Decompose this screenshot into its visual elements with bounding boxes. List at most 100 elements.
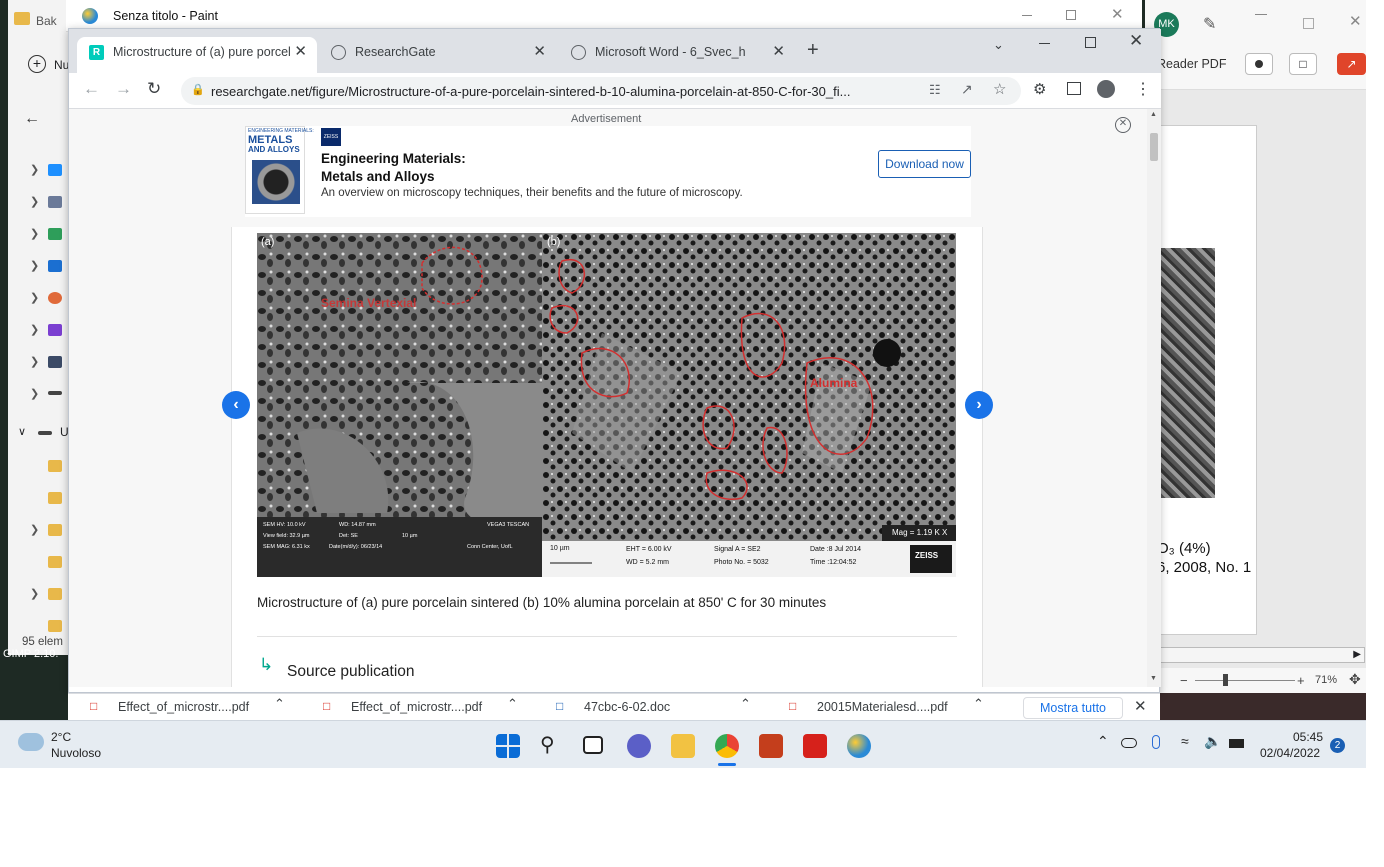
microphone-icon[interactable]	[1152, 735, 1160, 749]
new-tab-button[interactable]: +	[807, 39, 819, 62]
new-icon[interactable]: +	[28, 55, 46, 73]
task-view-icon[interactable]	[583, 736, 603, 754]
share-icon[interactable]: ↗	[961, 81, 973, 98]
download-item[interactable]: □ Effect_of_microstr....pdf ⌃	[321, 696, 529, 718]
cloud-icon	[18, 733, 44, 751]
chrome-window: R Microstructure of (a) pure porcel ✕ Re…	[68, 28, 1161, 693]
zoom-in-icon[interactable]: +	[1297, 673, 1305, 688]
battery-icon[interactable]	[1229, 739, 1244, 748]
search-icon[interactable]: ⚲	[540, 734, 564, 758]
comment-button[interactable]: □	[1289, 53, 1317, 75]
maximize-icon[interactable]	[1085, 37, 1096, 48]
download-item[interactable]: □ 20015Materialesd....pdf ⌃	[787, 696, 995, 718]
pdf-file-icon: □	[90, 699, 98, 713]
gimp-label: GIMP 2.10.	[3, 648, 59, 660]
close-icon[interactable]: ✕	[1349, 12, 1362, 30]
chevron-up-icon: ⌃	[274, 696, 285, 711]
close-tab-icon[interactable]: ✕	[294, 37, 307, 67]
zoom-out-icon[interactable]: −	[1180, 673, 1188, 688]
download-item[interactable]: □ 47cbc-6-02.doc ⌃	[554, 696, 762, 718]
onedrive-cloud-icon[interactable]	[1121, 738, 1137, 748]
panel-a-label: (a)	[261, 236, 275, 248]
speaker-icon[interactable]: 🔈	[1204, 733, 1221, 750]
download-item[interactable]: □ Effect_of_microstr....pdf ⌃	[88, 696, 296, 718]
tab-word-doc[interactable]: Microsoft Word - 6_Svec_h ✕	[559, 37, 795, 73]
record-button[interactable]	[1245, 53, 1273, 75]
active-app-indicator	[718, 763, 736, 766]
show-all-button[interactable]: Mostra tutto	[1023, 697, 1123, 719]
fit-icon[interactable]: ✥	[1349, 671, 1361, 688]
maximize-icon[interactable]	[1066, 10, 1076, 20]
powerpoint-icon[interactable]	[759, 734, 783, 758]
translate-icon[interactable]: ☷	[929, 82, 941, 98]
chrome-icon[interactable]	[715, 734, 739, 758]
windows-start-icon[interactable]	[496, 734, 520, 758]
tab-microstructure[interactable]: R Microstructure of (a) pure porcel ✕	[77, 37, 317, 73]
explorer-title: Bak	[36, 14, 57, 28]
sem-meta: Det: SE	[339, 533, 358, 539]
tab-label: ResearchGate	[355, 45, 436, 59]
side-panel-icon[interactable]	[1067, 82, 1081, 95]
figure-panel-b[interactable]: (b) Alumina Mag = 1.19 K X 10 µm EHT = 6…	[542, 233, 956, 577]
acrobat-icon[interactable]	[803, 734, 827, 758]
horizontal-scrollbar[interactable]: ▶	[1160, 647, 1365, 663]
wifi-icon[interactable]: ≈	[1181, 733, 1189, 749]
minimize-icon[interactable]	[1022, 15, 1032, 16]
carousel-prev-chevron-left-icon[interactable]: ‹	[222, 391, 250, 419]
tab-search-chevron-down-icon[interactable]: ⌄	[993, 37, 1004, 53]
minimize-icon[interactable]	[1255, 14, 1267, 15]
address-bar[interactable]: 🔒 researchgate.net/figure/Microstructure…	[181, 77, 1021, 105]
weather-temp[interactable]: 2°C	[51, 730, 71, 744]
reload-icon[interactable]: ↻	[147, 79, 161, 99]
page-scrollbar[interactable]: ▲ ▼	[1147, 109, 1161, 687]
clock-date[interactable]: 02/04/2022	[1260, 746, 1320, 760]
notification-badge[interactable]: 2	[1330, 738, 1345, 753]
minimize-icon[interactable]	[1039, 43, 1050, 44]
taskbar: 2°C Nuvoloso ⚲ ⌃ ≈ 🔈 05:45 02/04/2022 2	[0, 720, 1366, 768]
download-now-button[interactable]: Download now	[878, 150, 971, 178]
ad-body: An overview on microscopy techniques, th…	[321, 187, 743, 199]
advertisement-banner[interactable]: ENGINEERING MATERIALS: METALS AND ALLOYS…	[245, 126, 971, 217]
paint-title: Senza titolo - Paint	[113, 9, 218, 23]
close-icon[interactable]: ✕	[1111, 5, 1124, 23]
weather-text[interactable]: Nuvoloso	[51, 746, 101, 760]
clock-time[interactable]: 05:45	[1293, 730, 1323, 744]
tab-label: Microstructure of (a) pure porcel	[113, 45, 291, 59]
close-window-icon[interactable]: ✕	[1129, 31, 1143, 51]
scrollbar-thumb[interactable]	[1150, 133, 1158, 161]
source-publication-heading: Source publication	[287, 663, 415, 680]
sem-meta: Signal A = SE2	[714, 546, 761, 553]
figure-panel-a[interactable]: (a) Semina Vertexial SEM HV: 10.0 kV WD:…	[257, 233, 542, 577]
close-ad-icon[interactable]: ✕	[1115, 117, 1131, 133]
pen-icon[interactable]: ✎	[1203, 14, 1216, 34]
close-download-bar-icon[interactable]: ✕	[1134, 697, 1147, 715]
url-text[interactable]: researchgate.net/figure/Microstructure-o…	[211, 84, 911, 99]
bookmark-star-icon[interactable]: ☆	[993, 80, 1006, 98]
chat-icon[interactable]	[627, 734, 651, 758]
back-arrow-icon[interactable]: ←	[24, 110, 40, 128]
file-explorer-icon[interactable]	[671, 734, 695, 758]
sem-meta: Photo No. = 5032	[714, 559, 769, 566]
pdf-text-line: 6, 2008, No. 1	[1157, 559, 1252, 576]
carousel-next-chevron-right-icon[interactable]: ›	[965, 391, 993, 419]
ad-label: Advertisement	[571, 113, 642, 125]
forward-arrow-icon[interactable]: →	[115, 79, 132, 99]
zoom-level: 71%	[1315, 674, 1338, 686]
pdf-file-icon: □	[323, 699, 331, 713]
reader-tool-label[interactable]: Reader PDF	[1157, 57, 1226, 71]
profile-avatar-icon[interactable]	[1097, 80, 1115, 98]
sem-meta: View field: 32.9 µm	[263, 533, 310, 539]
chevron-up-icon[interactable]: ⌃	[1097, 733, 1109, 750]
maximize-icon[interactable]	[1303, 18, 1314, 29]
zoom-slider-thumb[interactable]	[1223, 674, 1228, 686]
share-button[interactable]: ↗	[1337, 53, 1366, 75]
tab-researchgate[interactable]: ResearchGate ✕	[319, 37, 556, 73]
panel-b-annotation: Alumina	[810, 376, 858, 390]
close-tab-icon[interactable]: ✕	[772, 37, 785, 67]
back-arrow-icon[interactable]: ←	[83, 79, 100, 99]
paint-icon[interactable]	[847, 734, 871, 758]
close-tab-icon[interactable]: ✕	[533, 37, 546, 67]
menu-kebab-icon[interactable]: ⋮	[1135, 79, 1151, 99]
zoom-slider[interactable]	[1195, 680, 1295, 681]
extensions-puzzle-icon[interactable]: ⚙	[1033, 80, 1046, 98]
